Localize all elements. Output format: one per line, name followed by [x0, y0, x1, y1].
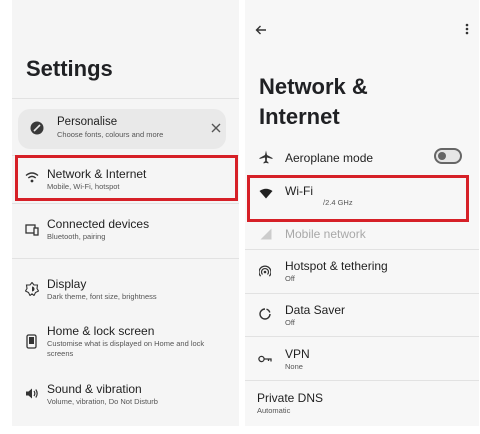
settings-item-mobile-network[interactable]: Mobile network — [245, 222, 479, 248]
suggestion-card-personalise[interactable]: Personalise Choose fonts, colours and mo… — [18, 109, 226, 149]
divider — [245, 249, 479, 250]
item-label: Mobile network — [285, 227, 366, 241]
close-icon[interactable] — [211, 123, 221, 133]
item-subtitle: Automatic — [257, 406, 291, 415]
divider — [245, 293, 479, 294]
hotspot-icon — [259, 265, 271, 277]
item-subtitle: Customise what is displayed on Home and … — [47, 339, 205, 358]
item-subtitle: None — [285, 362, 303, 371]
key-icon — [258, 355, 272, 363]
palette-icon — [30, 121, 44, 135]
settings-panel: Settings Personalise Choose fonts, colou… — [12, 0, 239, 426]
more-vert-icon[interactable] — [465, 23, 469, 35]
suggestion-subtitle: Choose fonts, colours and more — [57, 130, 164, 139]
item-label: Sound & vibration — [47, 382, 142, 396]
back-arrow-icon[interactable] — [255, 25, 267, 35]
divider — [245, 380, 479, 381]
aeroplane-toggle[interactable] — [434, 148, 462, 164]
item-label: Home & lock screen — [47, 324, 155, 338]
toggle-knob — [438, 152, 446, 160]
settings-item-vpn[interactable]: VPN None — [245, 342, 479, 378]
divider — [245, 336, 479, 337]
settings-item-private-dns[interactable]: Private DNS Automatic — [245, 386, 479, 422]
brightness-icon — [25, 282, 39, 296]
highlight-wifi — [247, 175, 469, 222]
page-title-line-1: Network & — [259, 74, 368, 99]
item-label: Display — [47, 277, 87, 291]
devices-icon — [25, 224, 39, 236]
divider — [12, 258, 239, 259]
item-subtitle: Volume, vibration, Do Not Disturb — [47, 397, 158, 406]
suggestion-title: Personalise — [57, 116, 118, 128]
settings-item-aeroplane-mode[interactable]: Aeroplane mode — [245, 140, 479, 174]
item-subtitle: Off — [285, 318, 295, 327]
data-saver-icon — [259, 308, 271, 320]
item-label: Hotspot & tethering — [285, 259, 388, 273]
item-subtitle: Bluetooth, pairing — [47, 232, 106, 241]
speaker-icon — [26, 388, 38, 399]
settings-item-display[interactable]: Display Dark theme, font size, brightnes… — [12, 268, 239, 308]
item-label: Data Saver — [285, 303, 346, 317]
phone-icon — [26, 334, 37, 349]
item-subtitle: Dark theme, font size, brightness — [47, 292, 157, 301]
page-title: Settings — [26, 56, 113, 81]
page-title-line-2: Internet — [259, 104, 340, 129]
settings-item-home-lock-screen[interactable]: Home & lock screen Customise what is dis… — [12, 318, 239, 368]
divider — [12, 203, 239, 204]
settings-item-connected-devices[interactable]: Connected devices Bluetooth, pairing — [12, 208, 239, 248]
airplane-icon — [259, 150, 273, 164]
settings-item-sound-vibration[interactable]: Sound & vibration Volume, vibration, Do … — [12, 376, 239, 416]
divider — [12, 98, 239, 99]
item-label: Connected devices — [47, 217, 150, 231]
item-subtitle: Off — [285, 274, 295, 283]
item-label: Aeroplane mode — [285, 151, 374, 165]
settings-item-data-saver[interactable]: Data Saver Off — [245, 298, 479, 334]
settings-item-hotspot-tethering[interactable]: Hotspot & tethering Off — [245, 255, 479, 291]
highlight-network-internet — [15, 155, 238, 201]
item-label: VPN — [285, 347, 310, 361]
signal-icon — [260, 228, 272, 240]
item-label: Private DNS — [257, 391, 324, 405]
